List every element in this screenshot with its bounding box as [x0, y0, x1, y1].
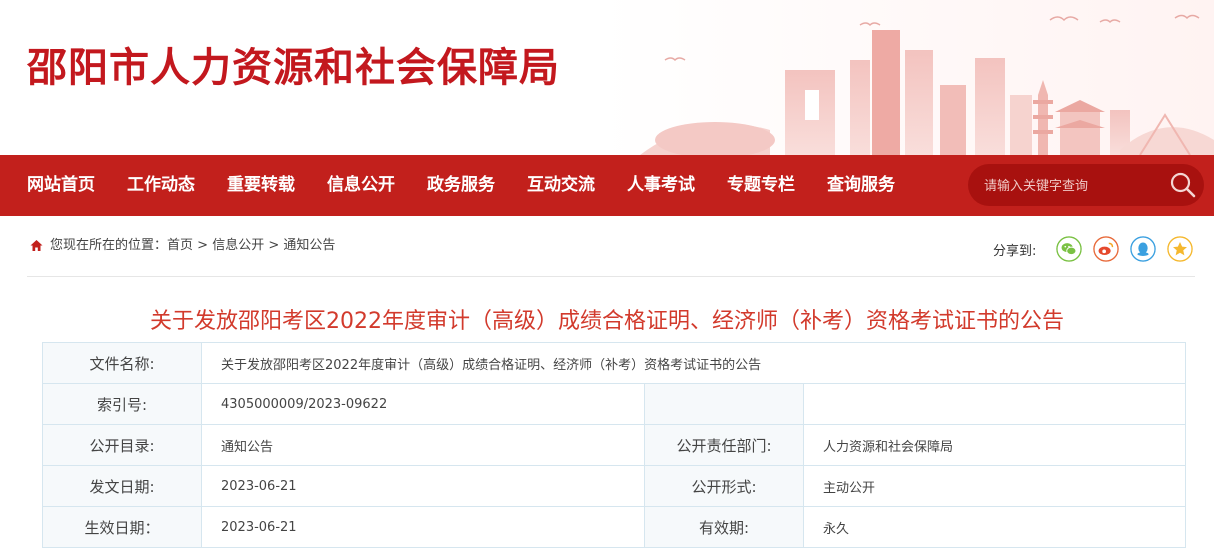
nav-item-topics[interactable]: 专题专栏 [727, 155, 795, 216]
validity-value: 永久 [802, 506, 1187, 548]
search-input[interactable] [982, 164, 1166, 208]
table-row: 生效日期： 2023-06-21 有效期: 永久 [42, 506, 1187, 548]
dept-value: 人力资源和社会保障局 [802, 424, 1187, 466]
nav-item-query[interactable]: 查询服务 [827, 155, 895, 216]
breadcrumb-home[interactable]: 首页 [167, 238, 193, 253]
index-label: 索引号: [42, 383, 202, 425]
search-icon[interactable] [1169, 171, 1197, 199]
qzone-icon[interactable] [1167, 236, 1193, 262]
article-title: 关于发放邵阳考区2022年度审计（高级）成绩合格证明、经济师（补考）资格考试证书… [150, 309, 1064, 334]
issue-date-value: 2023-06-21 [201, 465, 645, 507]
nav-item-info-disclosure[interactable]: 信息公开 [327, 155, 395, 216]
breadcrumb-notices[interactable]: 通知公告 [283, 238, 335, 253]
table-row: 公开目录: 通知公告 公开责任部门: 人力资源和社会保障局 [42, 424, 1187, 466]
site-header: 邵阳市人力资源和社会保障局 [0, 0, 1214, 155]
breadcrumb-separator: > [197, 238, 209, 253]
table-row: 发文日期: 2023-06-21 公开形式: 主动公开 [42, 465, 1187, 507]
breadcrumb-separator: > [268, 238, 280, 253]
weibo-icon[interactable] [1093, 236, 1119, 262]
qq-icon[interactable] [1130, 236, 1156, 262]
dept-label: 公开责任部门: [644, 424, 804, 466]
breadcrumb-prefix: 您现在所在的位置： [50, 238, 168, 253]
table-row: 文件名称: 关于发放邵阳考区2022年度审计（高级）成绩合格证明、经济师（补考）… [42, 342, 1187, 384]
site-title: 邵阳市人力资源和社会保障局 [27, 45, 560, 91]
validity-label: 有效期: [644, 506, 804, 548]
share-label: 分享到: [993, 244, 1037, 259]
breadcrumb: 您现在所在的位置：首页 > 信息公开 > 通知公告 [50, 236, 335, 256]
document-meta-table: 文件名称: 关于发放邵阳考区2022年度审计（高级）成绩合格证明、经济师（补考）… [42, 342, 1187, 548]
index-value: 4305000009/2023-09622 [201, 383, 645, 425]
form-label: 公开形式: [644, 465, 804, 507]
table-row: 索引号: 4305000009/2023-09622 [42, 383, 1187, 425]
wechat-icon[interactable] [1056, 236, 1082, 262]
effective-date-value: 2023-06-21 [201, 506, 645, 548]
issue-date-label: 发文日期: [42, 465, 202, 507]
catalog-label: 公开目录: [42, 424, 202, 466]
nav-item-home[interactable]: 网站首页 [27, 155, 95, 216]
nav-item-interaction[interactable]: 互动交流 [527, 155, 595, 216]
empty-label-cell [644, 383, 804, 425]
empty-value-cell [802, 383, 1187, 425]
form-value: 主动公开 [802, 465, 1187, 507]
catalog-value: 通知公告 [201, 424, 645, 466]
nav-item-gov-services[interactable]: 政务服务 [427, 155, 495, 216]
file-name-label: 文件名称: [42, 342, 202, 384]
home-icon [30, 240, 43, 251]
breadcrumb-info-disclosure[interactable]: 信息公开 [212, 238, 264, 253]
breadcrumb-bar: 您现在所在的位置：首页 > 信息公开 > 通知公告 分享到: [27, 236, 1195, 277]
file-name-value: 关于发放邵阳考区2022年度审计（高级）成绩合格证明、经济师（补考）资格考试证书… [200, 342, 1187, 384]
nav-item-work-news[interactable]: 工作动态 [127, 155, 195, 216]
effective-date-label: 生效日期： [42, 506, 202, 548]
nav-item-reprints[interactable]: 重要转载 [227, 155, 295, 216]
nav-item-personnel-exam[interactable]: 人事考试 [627, 155, 695, 216]
